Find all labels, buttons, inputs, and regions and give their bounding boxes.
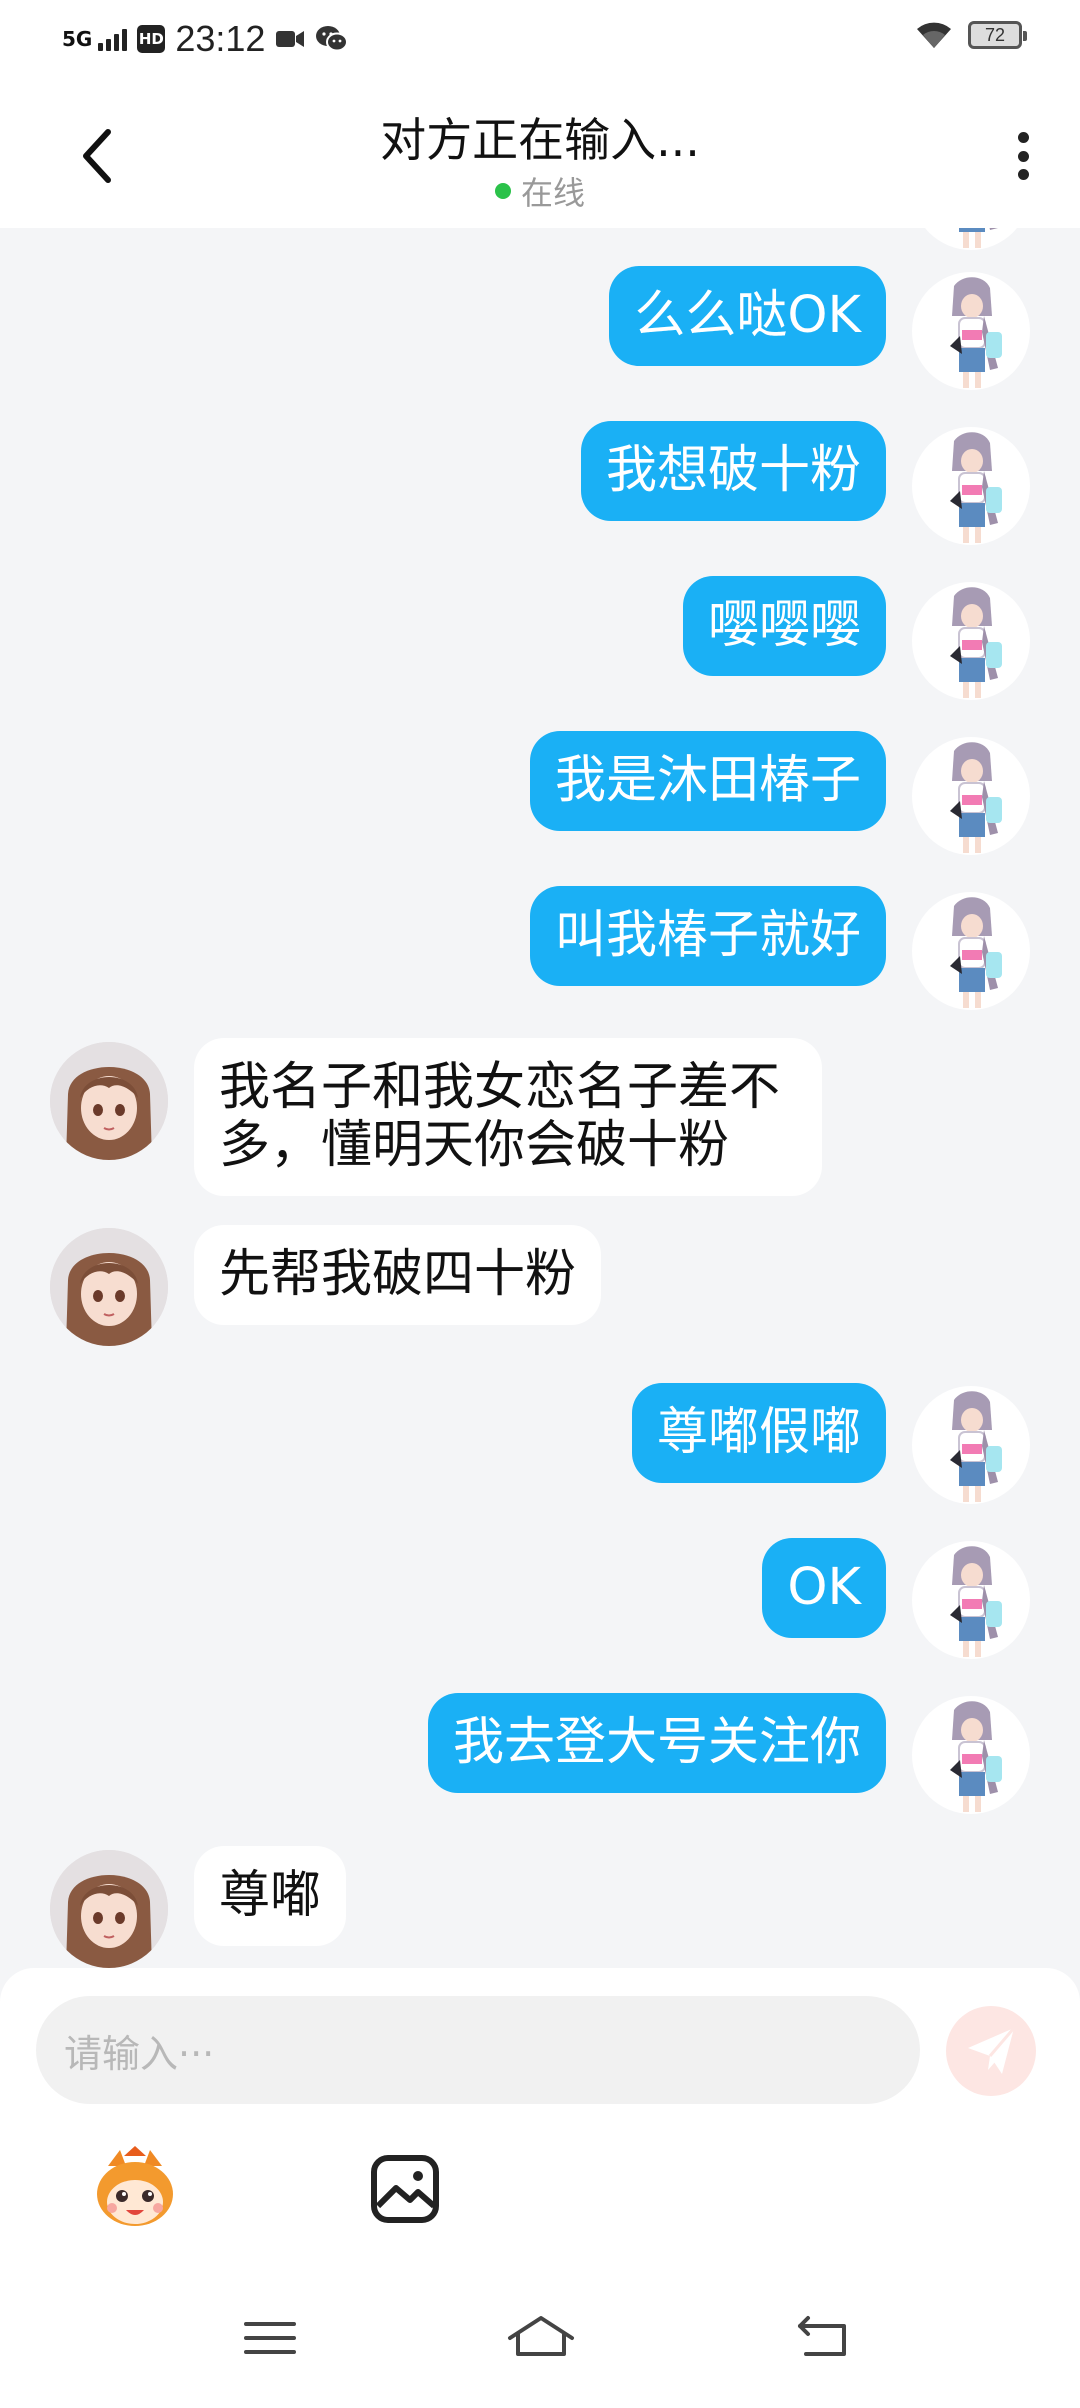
online-label: 在线 bbox=[520, 174, 585, 212]
my-avatar[interactable] bbox=[912, 737, 1030, 855]
more-options-icon[interactable] bbox=[1008, 126, 1038, 186]
back-nav-icon[interactable] bbox=[792, 2308, 852, 2368]
network-type: 5G bbox=[62, 27, 93, 51]
input-placeholder: 请输入··· bbox=[64, 2031, 215, 2076]
my-avatar[interactable] bbox=[912, 1696, 1030, 1814]
my-avatar[interactable] bbox=[912, 1386, 1030, 1504]
home-icon[interactable] bbox=[506, 2308, 576, 2368]
chat-title: 对方正在输入... bbox=[380, 113, 700, 167]
message-bubble-sent[interactable]: 嘤嘤嘤 bbox=[682, 576, 886, 676]
message-list[interactable]: 么么哒OK 我想破十粉 嘤嘤嘤 我是沐田椿子 叫我椿子就好 我名子和我女恋名子差… bbox=[0, 228, 1080, 1968]
message-bubble-sent[interactable]: 我想破十粉 bbox=[580, 421, 886, 521]
message-bubble-received[interactable]: 先帮我破四十粉 bbox=[194, 1225, 602, 1325]
wifi-icon bbox=[917, 22, 951, 48]
wechat-icon bbox=[316, 26, 349, 52]
message-bubble-received[interactable]: 尊嘟 bbox=[194, 1846, 347, 1946]
my-avatar[interactable] bbox=[912, 427, 1030, 545]
my-avatar[interactable] bbox=[912, 272, 1030, 390]
signal-icon bbox=[98, 27, 128, 51]
menu-icon[interactable] bbox=[240, 2308, 300, 2368]
contact-avatar[interactable] bbox=[50, 1850, 168, 1968]
message-bubble-sent[interactable]: 尊嘟假嘟 bbox=[631, 1383, 886, 1483]
my-avatar[interactable] bbox=[912, 1541, 1030, 1659]
hd-badge: HD bbox=[137, 25, 166, 53]
image-icon[interactable] bbox=[360, 2144, 450, 2234]
status-right: 72 bbox=[914, 20, 1027, 50]
video-icon bbox=[276, 31, 305, 47]
status-left: 5G HD 23:12 bbox=[62, 18, 349, 60]
my-avatar[interactable] bbox=[912, 892, 1030, 1010]
system-nav-bar bbox=[0, 2268, 1080, 2408]
send-button[interactable] bbox=[946, 2006, 1036, 2096]
online-status: 在线 bbox=[0, 168, 1080, 214]
contact-avatar[interactable] bbox=[50, 1228, 168, 1346]
composer-panel: 请输入··· bbox=[0, 1968, 1080, 2268]
paper-plane-icon bbox=[968, 2027, 1016, 2074]
battery-icon: 72 bbox=[968, 21, 1027, 49]
clock: 23:12 bbox=[175, 18, 266, 59]
message-line: 多，懂明天你会破十粉 bbox=[219, 1116, 730, 1175]
chat-header: 对方正在输入... 在线 bbox=[0, 82, 1080, 228]
message-input[interactable]: 请输入··· bbox=[36, 1996, 920, 2104]
message-bubble-sent[interactable]: 么么哒OK bbox=[609, 266, 886, 366]
my-avatar[interactable] bbox=[912, 228, 1030, 250]
message-bubble-sent[interactable]: 我去登大号关注你 bbox=[427, 1693, 886, 1793]
battery-level: 72 bbox=[984, 24, 1006, 45]
status-bar: 5G HD 23:12 72 bbox=[0, 0, 1080, 82]
contact-avatar[interactable] bbox=[50, 1042, 168, 1160]
online-dot-icon bbox=[494, 183, 511, 199]
my-avatar[interactable] bbox=[912, 582, 1030, 700]
emoji-mascot-icon[interactable] bbox=[90, 2144, 180, 2234]
message-bubble-sent[interactable]: 叫我椿子就好 bbox=[529, 886, 886, 986]
message-bubble-sent[interactable]: 我是沐田椿子 bbox=[529, 731, 886, 831]
message-line: 我名子和我女恋名子差不 bbox=[219, 1058, 781, 1117]
message-bubble-sent[interactable]: OK bbox=[762, 1538, 886, 1638]
message-bubble-received[interactable]: 我名子和我女恋名子差不 多，懂明天你会破十粉 bbox=[194, 1038, 822, 1196]
